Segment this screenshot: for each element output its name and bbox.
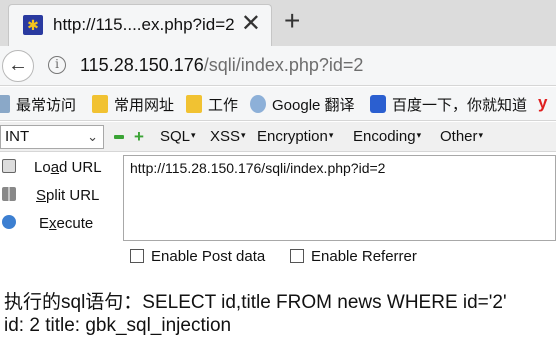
load-url-icon — [2, 159, 16, 173]
tab-title: http://115....ex.php?id=2 — [53, 15, 235, 34]
split-url-button[interactable]: Split URL — [0, 183, 118, 209]
hackbar-toolbar: INT ⌄ + SQL▾ XSS▾ Encryption▾ Encoding▾ … — [0, 122, 556, 152]
new-tab-button[interactable]: + — [284, 6, 300, 36]
access-key: x — [49, 215, 57, 232]
enable-post-label: Enable Post data — [151, 248, 266, 265]
menu-label: Encoding — [353, 128, 416, 145]
tab-strip: ✱ http://115....ex.php?id=2 ✕ + — [0, 0, 556, 46]
bookmark-label: Google 翻译 — [272, 97, 355, 114]
menu-encoding[interactable]: Encoding▾ — [353, 128, 421, 145]
hackbar-url-textarea[interactable]: http://115.28.150.176/sqli/index.php?id=… — [123, 155, 556, 241]
menu-label: Encryption — [257, 128, 328, 145]
bookmark-overflow-icon[interactable]: y — [538, 93, 547, 113]
checkbox-box[interactable] — [130, 249, 144, 263]
navigation-bar: ← i 115.28.150.176/sqli/index.php?id=2 — [0, 46, 556, 86]
folder-icon — [92, 95, 108, 113]
bookmark-label: 常用网址 — [114, 97, 175, 114]
load-url-button[interactable]: Load URL — [0, 155, 118, 181]
caret-icon: ▾ — [241, 130, 246, 140]
access-key: S — [36, 187, 47, 204]
enable-referrer-checkbox[interactable]: Enable Referrer — [290, 248, 417, 265]
label-part: d URL — [59, 159, 102, 176]
label-part: plit URL — [46, 187, 100, 204]
menu-label: XSS — [210, 128, 241, 145]
decrease-icon[interactable] — [114, 135, 124, 139]
url-host: 115.28.150.176 — [80, 55, 204, 75]
checkbox-box[interactable] — [290, 249, 304, 263]
caret-icon: ▾ — [478, 130, 484, 140]
load-url-label: Load URL — [34, 159, 102, 176]
increase-icon[interactable]: + — [134, 128, 144, 145]
bookmark-most-visited[interactable]: 最常访问 — [0, 94, 76, 115]
site-info-icon[interactable]: i — [48, 56, 66, 74]
access-key: a — [50, 159, 60, 176]
hackbar-actions: Load URL Split URL Execute — [0, 153, 120, 269]
chevron-down-icon: ⌄ — [87, 129, 98, 144]
bookmark-label: 工作 — [208, 97, 239, 114]
query-result-output: id: 2 title: gbk_sql_injection — [4, 315, 232, 336]
close-tab-icon[interactable]: ✕ — [241, 11, 261, 37]
bookmark-google-translate[interactable]: Google 翻译 — [250, 94, 355, 115]
enable-referrer-label: Enable Referrer — [311, 248, 417, 265]
menu-encryption[interactable]: Encryption▾ — [257, 128, 333, 145]
menu-label: Other — [440, 128, 478, 145]
caret-icon: ▾ — [328, 130, 334, 140]
menu-other[interactable]: Other▾ — [440, 128, 483, 145]
bookmark-icon — [0, 95, 10, 113]
globe-icon — [250, 95, 266, 113]
split-url-icon — [2, 187, 16, 201]
bookmark-common-sites[interactable]: 常用网址 — [92, 94, 174, 115]
bookmarks-bar: 最常访问 常用网址 工作 Google 翻译 百度一下，你就知道 y — [0, 87, 556, 121]
bookmark-label: 最常访问 — [16, 97, 77, 114]
execute-icon — [2, 215, 16, 229]
type-select-value: INT — [5, 128, 30, 145]
menu-sql[interactable]: SQL▾ — [160, 128, 196, 145]
menu-xss[interactable]: XSS▾ — [210, 128, 246, 145]
caret-icon: ▾ — [191, 130, 196, 140]
url-path: /sqli/index.php?id=2 — [203, 55, 364, 75]
menu-label: SQL — [160, 128, 191, 145]
type-select[interactable]: INT ⌄ — [0, 125, 104, 149]
split-url-label: Split URL — [36, 187, 99, 204]
back-button[interactable]: ← — [2, 50, 34, 82]
address-bar[interactable]: 115.28.150.176/sqli/index.php?id=2 — [80, 55, 363, 76]
enable-post-checkbox[interactable]: Enable Post data — [130, 248, 265, 265]
bookmark-baidu[interactable]: 百度一下，你就知道 — [370, 94, 527, 115]
browser-tab[interactable]: ✱ http://115....ex.php?id=2 ✕ — [8, 4, 272, 46]
bookmark-label: 百度一下，你就知道 — [392, 97, 528, 114]
caret-icon: ▾ — [416, 130, 422, 140]
paw-icon — [370, 95, 386, 113]
label-part: E — [39, 215, 50, 232]
site-favicon-icon: ✱ — [23, 15, 43, 35]
execute-label: Execute — [39, 215, 93, 232]
execute-button[interactable]: Execute — [0, 211, 118, 237]
label-part: Lo — [34, 159, 51, 176]
label-part: ecute — [56, 215, 94, 232]
sql-query-output: 执行的sql语句：SELECT id,title FROM news WHERE… — [4, 292, 507, 313]
bookmark-work[interactable]: 工作 — [186, 94, 238, 115]
folder-icon — [186, 95, 202, 113]
